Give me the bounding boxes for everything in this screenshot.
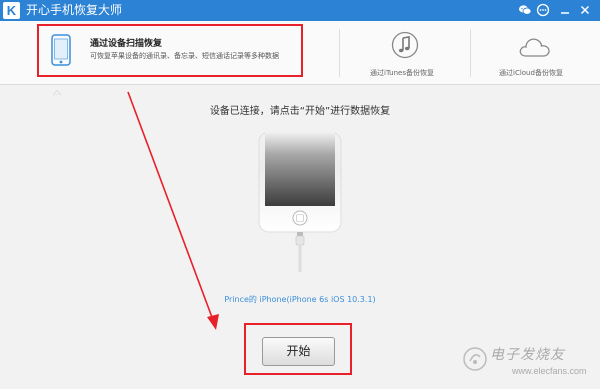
device-info: Prince的 iPhone(iPhone 6s iOS 10.3.1)	[224, 295, 376, 304]
watermark-url: www.elecfans.com	[512, 366, 587, 376]
start-button[interactable]: 开始	[262, 337, 335, 366]
lightning-cable	[295, 232, 305, 272]
connection-instruction: 设备已连接，请点击“开始”进行数据恢复	[209, 106, 391, 117]
watermark-text: 电子发烧友	[490, 347, 565, 363]
iphone-device-image	[258, 131, 342, 233]
watermark: 电子发烧友 www.elecfans.com	[460, 340, 600, 385]
watermark-logo-icon	[463, 347, 487, 371]
